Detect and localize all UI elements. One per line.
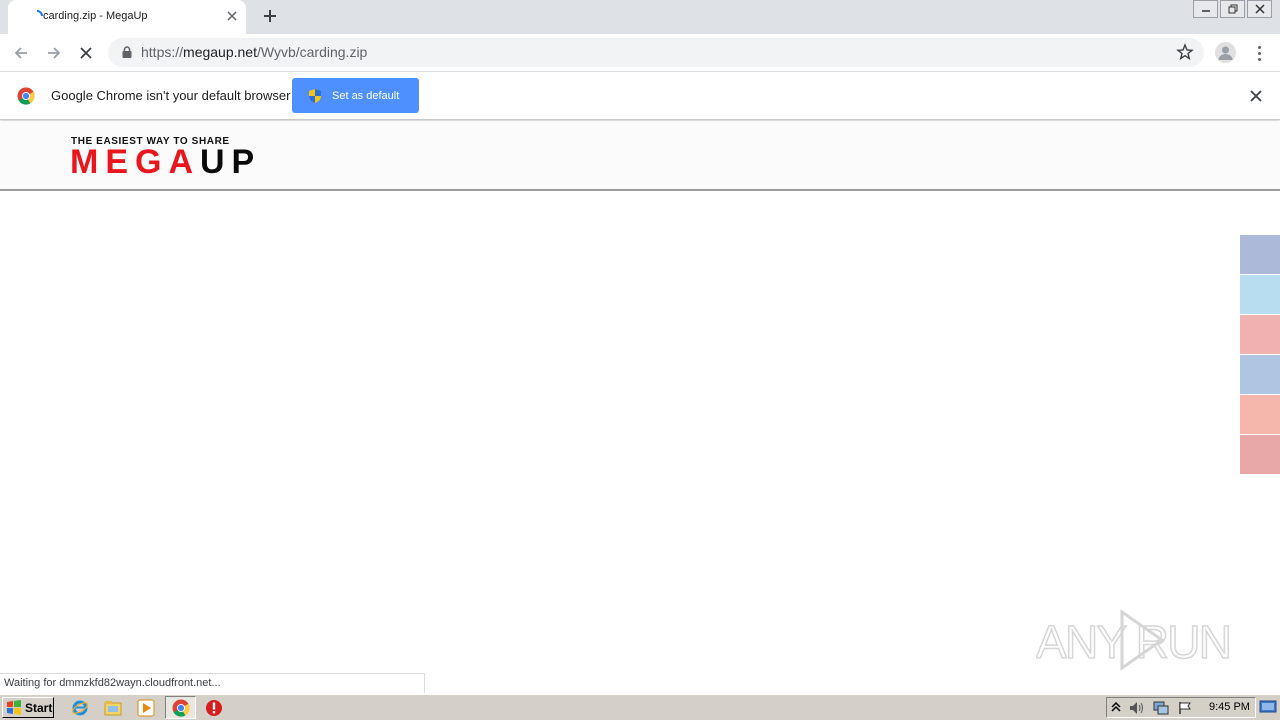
logo-wordmark: MEGAUP (70, 145, 261, 179)
active-tab[interactable]: carding.zip - MegaUp (8, 0, 246, 34)
side-swatch[interactable] (1240, 274, 1280, 314)
menu-dot-icon (1257, 51, 1261, 55)
side-swatch-column (1240, 234, 1280, 474)
show-hidden-icons-icon[interactable] (1111, 701, 1121, 715)
new-tab-button[interactable] (260, 6, 280, 26)
infobar-close-button[interactable] (1247, 87, 1265, 105)
minimize-button[interactable] (1193, 0, 1218, 18)
infobar-message: Google Chrome isn't your default browser (51, 88, 291, 103)
restore-icon (1228, 4, 1237, 14)
close-icon (227, 11, 237, 21)
logo-word-mega: MEGA (70, 143, 200, 181)
arrow-left-icon (14, 47, 27, 59)
stop-loading-button[interactable] (74, 41, 98, 65)
media-player-icon[interactable] (137, 699, 155, 717)
windows-taskbar: Start 9:45 PM (0, 694, 1280, 720)
default-browser-infobar: Google Chrome isn't your default browser… (0, 72, 1280, 120)
set-as-default-button[interactable]: Set as default (292, 78, 419, 113)
network-icon[interactable] (1153, 701, 1169, 715)
side-swatch[interactable] (1240, 394, 1280, 434)
stop-sign-icon[interactable] (205, 699, 223, 717)
start-button[interactable]: Start (2, 697, 54, 718)
taskbar-clock[interactable]: 9:45 PM (1209, 701, 1250, 713)
profile-avatar-icon[interactable] (1215, 42, 1236, 63)
side-swatch[interactable] (1240, 314, 1280, 354)
site-header: THE EASIEST WAY TO SHARE MEGAUP (0, 121, 1280, 191)
browser-toolbar: https://megaup.net/Wyvb/carding.zip (0, 34, 1280, 72)
close-window-button[interactable] (1247, 0, 1272, 18)
window-controls (1191, 0, 1272, 18)
megaup-logo[interactable]: THE EASIEST WAY TO SHARE MEGAUP (70, 135, 280, 179)
restore-button[interactable] (1220, 0, 1245, 18)
chrome-logo-icon (172, 699, 190, 717)
back-button[interactable] (9, 41, 33, 65)
logo-word-up: UP (200, 143, 262, 181)
menu-dot-icon (1257, 57, 1261, 61)
browser-titlebar: carding.zip - MegaUp (0, 0, 1280, 34)
loading-spinner-icon (36, 10, 43, 17)
url-path: /Wyvb/carding.zip (256, 44, 368, 60)
taskbar-chrome-active[interactable] (165, 696, 196, 719)
chrome-logo-icon (17, 87, 35, 105)
forward-button[interactable] (42, 41, 66, 65)
tab-title: carding.zip - MegaUp (43, 10, 148, 22)
side-swatch[interactable] (1240, 234, 1280, 274)
minimize-icon (1201, 10, 1210, 12)
anyrun-watermark: ANY RUN (1036, 609, 1233, 671)
url-host: megaup.net (183, 44, 257, 60)
address-bar[interactable]: https://megaup.net/Wyvb/carding.zip (108, 38, 1204, 67)
action-center-flag-icon[interactable] (1177, 701, 1193, 715)
set-as-default-label: Set as default (332, 89, 400, 102)
close-icon (1250, 90, 1262, 102)
url-scheme: https:// (141, 44, 184, 60)
start-label: Start (25, 700, 53, 715)
arrow-right-icon (48, 47, 61, 59)
file-explorer-icon[interactable] (104, 699, 122, 717)
status-bubble: Waiting for dmmzkfd82wayn.cloudfront.net… (0, 673, 425, 693)
side-swatch[interactable] (1240, 354, 1280, 394)
close-icon (1254, 4, 1265, 14)
tab-close-button[interactable] (224, 8, 240, 24)
bookmark-star-icon[interactable] (1176, 43, 1194, 61)
side-swatch[interactable] (1240, 434, 1280, 474)
url-text: https://megaup.net/Wyvb/carding.zip (141, 44, 367, 60)
menu-dot-icon (1257, 45, 1261, 49)
windows-logo-icon (7, 700, 21, 715)
internet-explorer-icon[interactable] (71, 699, 89, 717)
plus-icon (264, 10, 276, 22)
close-icon (80, 47, 92, 59)
uac-shield-icon (309, 88, 321, 103)
show-desktop-icon[interactable] (1259, 699, 1277, 715)
person-icon (1218, 46, 1233, 60)
chrome-menu-button[interactable] (1250, 42, 1268, 64)
volume-icon[interactable] (1129, 701, 1145, 715)
lock-icon[interactable] (120, 45, 134, 59)
